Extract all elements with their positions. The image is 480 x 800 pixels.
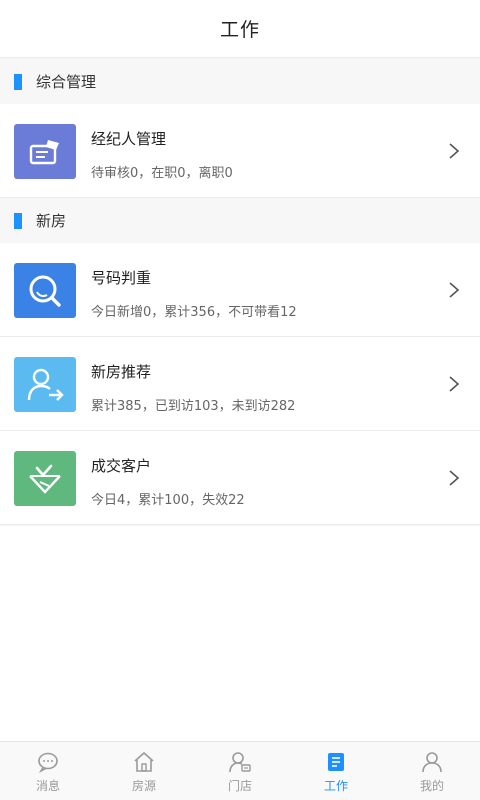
item-title: 成交客户: [91, 457, 152, 475]
page-title: 工作: [219, 19, 260, 41]
section-bar-icon: [14, 212, 22, 229]
list-item-number-check[interactable]: 号码判重 今日新增0，累计356，不可带看12: [0, 243, 480, 337]
app-header: 工作: [0, 0, 480, 58]
chevron-right-icon: [449, 143, 460, 159]
tab-messages[interactable]: 消息: [0, 742, 96, 800]
section-header-new-house: 新房: [0, 198, 480, 243]
chevron-right-icon: [449, 282, 460, 298]
list-item-new-house-recommend[interactable]: 新房推荐 累计385，已到访103，未到访282: [0, 337, 480, 431]
item-subtitle: 累计385，已到访103，未到访282: [91, 399, 296, 414]
message-icon: [38, 752, 58, 773]
item-subtitle: 今日4，累计100，失效22: [91, 493, 245, 508]
user-recommend-icon: [14, 357, 76, 412]
deal-handshake-icon: [14, 451, 76, 506]
item-subtitle: 今日新增0，累计356，不可带看12: [91, 305, 297, 320]
store-icon: [229, 751, 251, 772]
work-icon: [328, 752, 344, 771]
section-header-management: 综合管理: [0, 59, 480, 104]
tab-houses[interactable]: 房源: [96, 742, 192, 800]
house-icon: [134, 751, 154, 772]
item-title: 经纪人管理: [91, 130, 167, 148]
content-blank-area: [0, 526, 480, 741]
profile-icon: [422, 751, 442, 772]
item-title: 号码判重: [91, 269, 152, 287]
section-bar-icon: [14, 73, 22, 90]
chevron-right-icon: [449, 376, 460, 392]
bottom-tab-bar: 消息 房源 门店 工作 我的: [0, 741, 480, 800]
tab-label: 工作: [323, 778, 348, 793]
tab-profile[interactable]: 我的: [384, 742, 480, 800]
tab-work[interactable]: 工作: [288, 742, 384, 800]
tab-label: 门店: [227, 778, 252, 793]
tab-label: 房源: [131, 778, 156, 793]
list-item-deal-customers[interactable]: 成交客户 今日4，累计100，失效22: [0, 431, 480, 525]
list-item-agent-management[interactable]: 经纪人管理 待审核0，在职0，离职0: [0, 104, 480, 198]
section-title: 新房: [36, 212, 67, 230]
item-title: 新房推荐: [91, 363, 152, 381]
agent-card-icon: [14, 124, 76, 179]
tab-store[interactable]: 门店: [192, 742, 288, 800]
chevron-right-icon: [449, 470, 460, 486]
item-subtitle: 待审核0，在职0，离职0: [91, 166, 233, 181]
tab-label: 我的: [419, 778, 444, 793]
section-title: 综合管理: [36, 73, 97, 91]
search-magnifier-icon: [14, 263, 76, 318]
tab-label: 消息: [35, 778, 60, 793]
